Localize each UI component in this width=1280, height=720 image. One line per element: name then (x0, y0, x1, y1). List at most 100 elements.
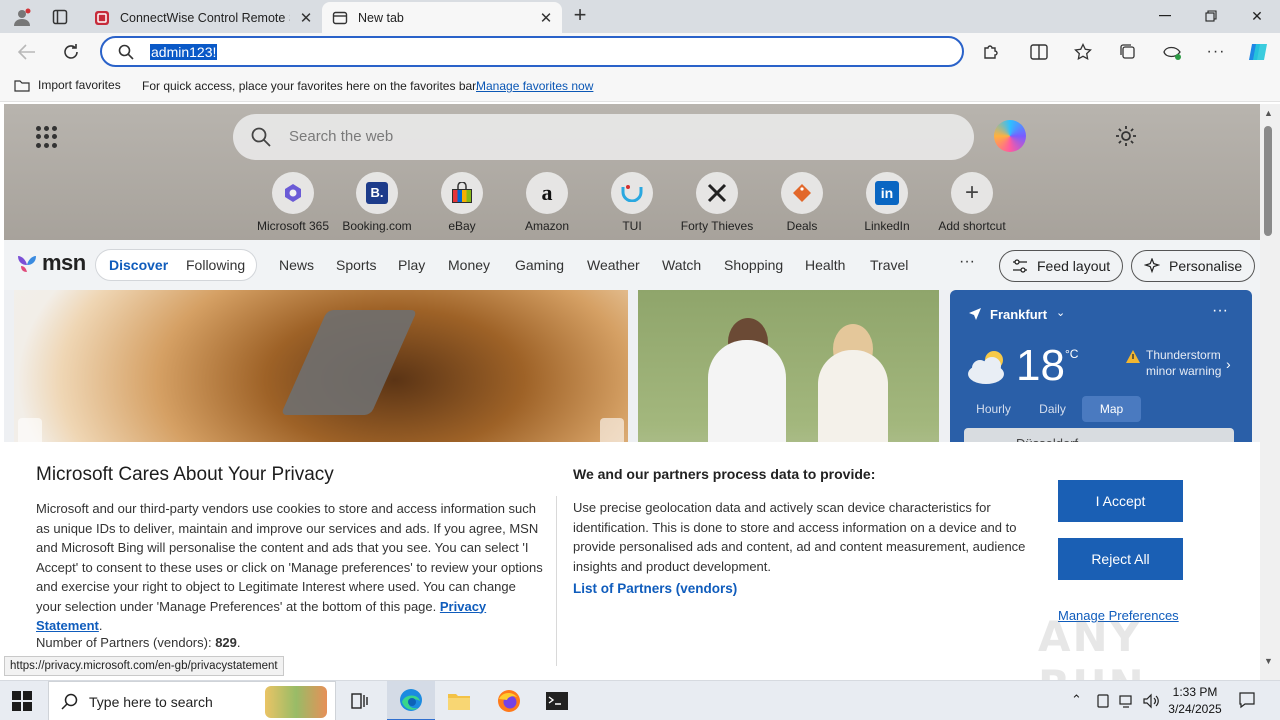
feed-layout-label: Feed layout (1037, 258, 1111, 274)
tab-discover[interactable]: Discover (109, 257, 168, 273)
address-text[interactable]: admin123! (150, 44, 218, 60)
shortcut-tui[interactable]: TUI (590, 172, 674, 233)
terminal-icon[interactable] (533, 681, 581, 720)
warning-icon (1126, 350, 1140, 363)
nav-more-icon[interactable]: ··· (959, 253, 975, 271)
windows-start-icon[interactable] (12, 691, 32, 711)
collections-icon[interactable] (1113, 37, 1143, 67)
new-tab-button[interactable]: + (566, 4, 594, 28)
shortcut-deals[interactable]: Deals (760, 172, 844, 233)
nav-play[interactable]: Play (398, 257, 425, 273)
nav-gaming[interactable]: Gaming (515, 257, 564, 273)
close-tab-icon[interactable]: ✕ (538, 9, 554, 27)
performance-icon[interactable] (1157, 37, 1187, 67)
refresh-icon[interactable] (56, 37, 86, 67)
firefox-icon[interactable] (485, 681, 533, 720)
personalise-button[interactable]: Personalise (1131, 250, 1256, 282)
weather-more-icon[interactable]: ··· (1212, 302, 1228, 320)
partners-list-link[interactable]: List of Partners (vendors) (573, 581, 737, 596)
title-bar: ConnectWise Control Remote Su ✕ New tab … (0, 0, 1280, 33)
page-scrollbar[interactable]: ▲ ▼ (1260, 104, 1280, 680)
shortcut-add[interactable]: + Add shortcut (930, 172, 1014, 233)
nav-travel[interactable]: Travel (870, 257, 908, 273)
taskbar: Type here to search ⌃ 1:33 PM 3/24/2025 (0, 680, 1280, 720)
nav-sports[interactable]: Sports (336, 257, 376, 273)
scrollbar-thumb[interactable] (1264, 126, 1272, 236)
status-bar-url: https://privacy.microsoft.com/en-gb/priv… (4, 656, 284, 676)
shortcut-label: Microsoft 365 (256, 219, 330, 233)
copilot-icon[interactable] (1243, 37, 1273, 67)
amazon-icon: a (526, 172, 568, 214)
close-window-icon[interactable]: ✕ (1234, 0, 1280, 32)
profile-icon[interactable] (8, 4, 36, 30)
linkedin-icon: in (866, 172, 908, 214)
tray-overflow-icon[interactable]: ⌃ (1071, 692, 1082, 708)
tab-actions-icon[interactable] (46, 4, 74, 30)
volume-icon[interactable] (1142, 693, 1160, 709)
minimize-icon[interactable] (1142, 0, 1188, 32)
weather-tab-daily[interactable]: Daily (1023, 396, 1082, 422)
browser-toolbar: admin123! ··· (0, 33, 1280, 70)
scroll-down-icon[interactable]: ▼ (1264, 656, 1273, 666)
more-menu-icon[interactable]: ··· (1201, 37, 1231, 67)
split-screen-icon[interactable] (1024, 37, 1054, 67)
shortcut-ebay[interactable]: eBay (420, 172, 504, 233)
chevron-right-icon[interactable]: › (1226, 356, 1231, 372)
partners-count-value: 829 (215, 635, 237, 650)
nav-weather[interactable]: Weather (587, 257, 640, 273)
weather-tab-map[interactable]: Map (1082, 396, 1141, 422)
taskbar-search[interactable]: Type here to search (48, 681, 336, 720)
shortcut-label: eBay (448, 219, 476, 233)
nav-watch[interactable]: Watch (662, 257, 701, 273)
sliders-icon (1013, 259, 1027, 273)
shortcut-booking[interactable]: B. Booking.com (335, 172, 419, 233)
task-view-icon[interactable] (336, 681, 384, 720)
device-icon[interactable] (1095, 693, 1111, 709)
nav-shopping[interactable]: Shopping (724, 257, 783, 273)
new-tab-page-icon (332, 11, 348, 24)
shortcut-amazon[interactable]: a Amazon (505, 172, 589, 233)
file-explorer-icon[interactable] (435, 681, 483, 720)
accept-button[interactable]: I Accept (1058, 480, 1183, 522)
feed-layout-button[interactable]: Feed layout (999, 250, 1124, 282)
nav-news[interactable]: News (279, 257, 314, 273)
weather-city[interactable]: Frankfurt (990, 307, 1047, 322)
microsoft-365-icon (272, 172, 314, 214)
extensions-icon[interactable] (976, 37, 1006, 67)
app-launcher-icon[interactable] (36, 126, 58, 148)
restore-icon[interactable] (1188, 0, 1234, 32)
taskbar-clock[interactable]: 1:33 PM 3/24/2025 (1160, 684, 1230, 718)
shortcut-label: Add shortcut (938, 219, 1006, 233)
network-icon[interactable] (1118, 693, 1136, 709)
settings-gear-icon[interactable] (1114, 124, 1138, 148)
nav-health[interactable]: Health (805, 257, 845, 273)
weather-warning[interactable]: Thunderstorm minor warning (1146, 347, 1221, 379)
weather-tab-hourly[interactable]: Hourly (964, 396, 1023, 422)
back-icon[interactable] (12, 37, 42, 67)
warning-line-1: Thunderstorm (1146, 348, 1221, 362)
copilot-icon[interactable] (994, 120, 1026, 152)
import-icon (14, 80, 30, 92)
tab-following[interactable]: Following (186, 257, 245, 273)
privacy-title: Microsoft Cares About Your Privacy (36, 464, 334, 485)
manage-favorites-link[interactable]: Manage favorites now (476, 79, 593, 93)
close-tab-icon[interactable]: ✕ (298, 9, 314, 27)
tab-new-tab[interactable]: New tab ✕ (322, 2, 562, 33)
edge-taskbar-icon[interactable] (387, 681, 435, 720)
shortcut-label: TUI (622, 219, 642, 233)
shortcut-forty-thieves[interactable]: Forty Thieves (675, 172, 759, 233)
shortcut-linkedin[interactable]: in LinkedIn (845, 172, 929, 233)
reject-all-button[interactable]: Reject All (1058, 538, 1183, 580)
scroll-up-icon[interactable]: ▲ (1264, 108, 1273, 118)
favorites-star-icon[interactable] (1068, 37, 1098, 67)
tab-connectwise[interactable]: ConnectWise Control Remote Su ✕ (84, 2, 322, 33)
nav-money[interactable]: Money (448, 257, 490, 273)
chevron-down-icon[interactable]: ⌄ (1056, 306, 1065, 319)
msn-logo[interactable]: msn (16, 250, 86, 276)
address-bar[interactable]: admin123! (100, 36, 964, 67)
import-favorites-button[interactable]: Import favorites (14, 78, 121, 92)
notifications-icon[interactable] (1238, 691, 1256, 709)
web-search-box[interactable]: Search the web (233, 114, 974, 160)
shortcut-microsoft-365[interactable]: Microsoft 365 (251, 172, 335, 233)
search-placeholder: Search the web (289, 128, 394, 145)
